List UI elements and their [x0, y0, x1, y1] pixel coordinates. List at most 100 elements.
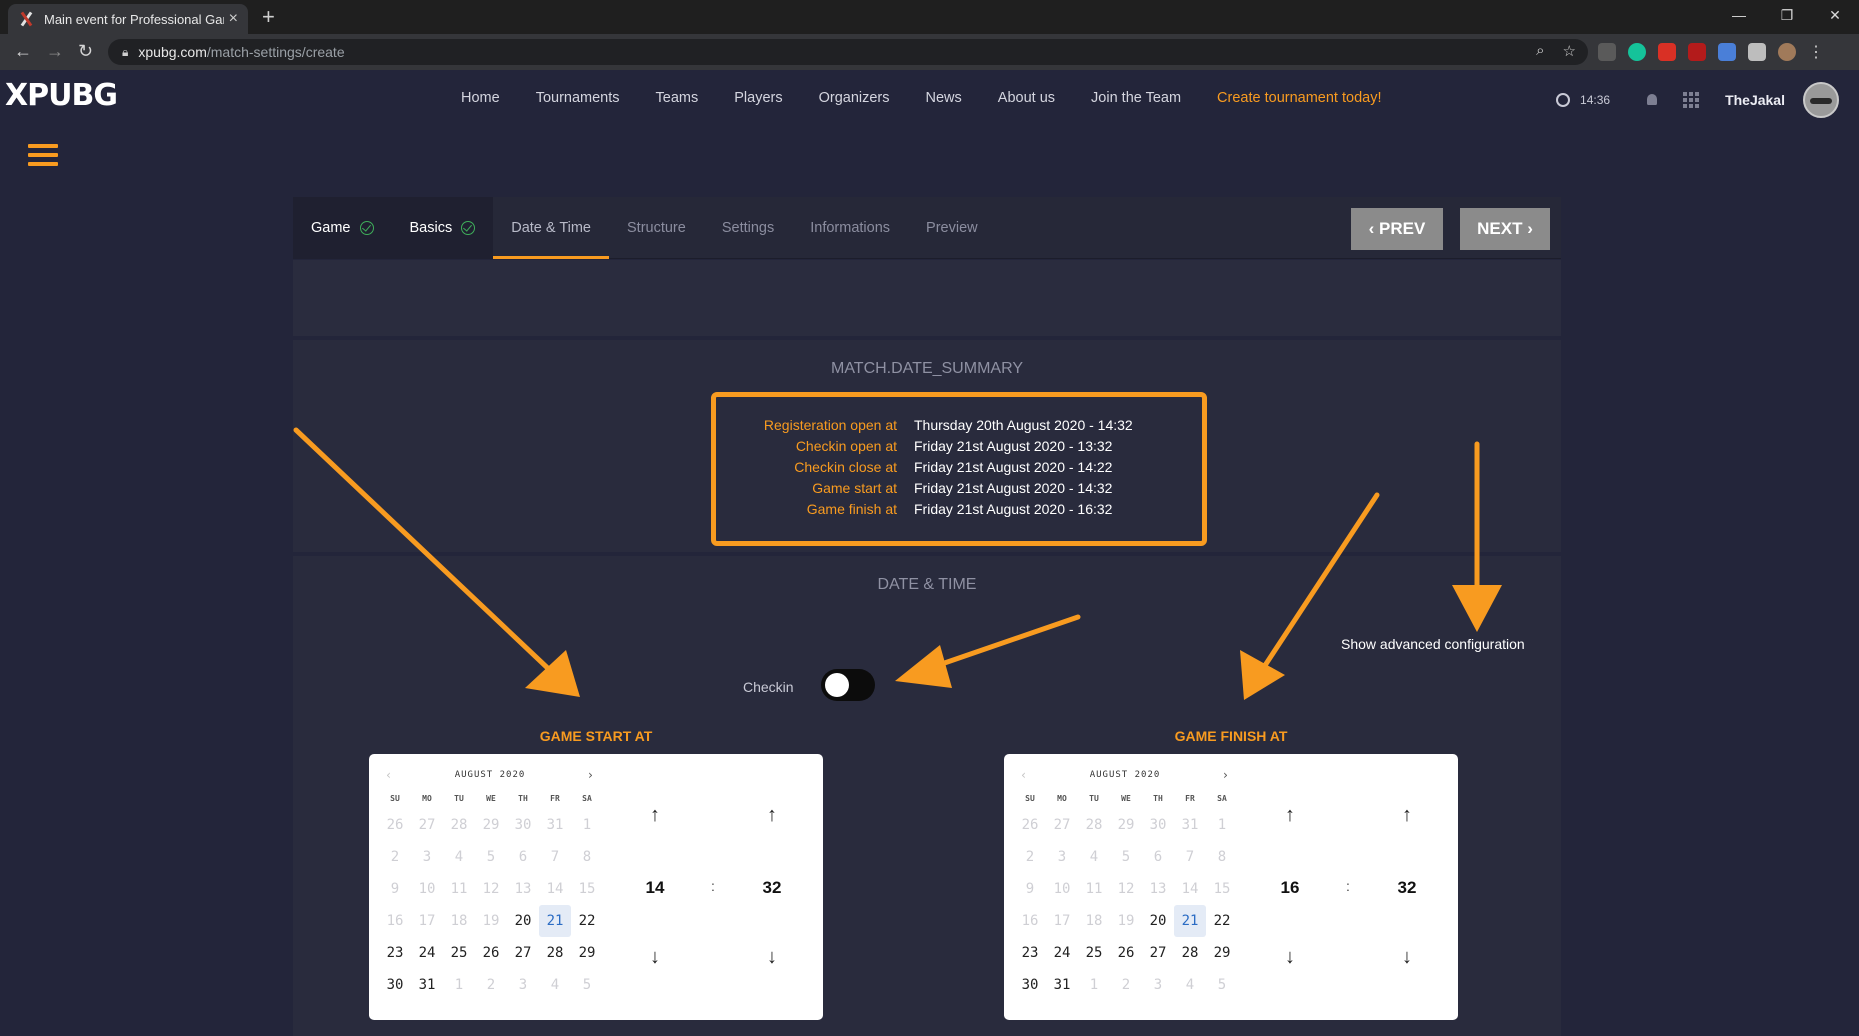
step-informations[interactable]: Informations	[792, 197, 908, 259]
calendar-day[interactable]: 27	[1142, 937, 1174, 969]
prev-button[interactable]: ‹ PREV	[1351, 208, 1443, 250]
calendar-day[interactable]: 10	[1046, 873, 1078, 905]
zoom-icon[interactable]: ⌕	[1536, 42, 1544, 60]
calendar-day[interactable]: 29	[1110, 809, 1142, 841]
calendar-day[interactable]: 30	[1014, 969, 1046, 1001]
calendar-day[interactable]: 3	[1046, 841, 1078, 873]
minute-up-icon[interactable]: ↑	[1377, 804, 1437, 827]
tab-close-icon[interactable]: ×	[229, 10, 238, 28]
calendar-day[interactable]: 3	[1142, 969, 1174, 1001]
extension-icon[interactable]	[1598, 43, 1616, 61]
calendar-day[interactable]: 4	[1078, 841, 1110, 873]
calendar-day[interactable]: 19	[1110, 905, 1142, 937]
nav-join-the-team[interactable]: Join the Team	[1091, 90, 1181, 106]
nav-organizers[interactable]: Organizers	[819, 90, 890, 106]
back-icon[interactable]: ←	[14, 41, 32, 62]
new-tab-icon[interactable]: +	[262, 4, 275, 30]
calendar-day[interactable]: 22	[571, 905, 603, 937]
minute-value[interactable]: 32	[1377, 878, 1437, 898]
profile-icon[interactable]	[1778, 43, 1796, 61]
calendar-day[interactable]: 29	[475, 809, 507, 841]
calendar-day[interactable]: 6	[507, 841, 539, 873]
calendar-day[interactable]: 31	[539, 809, 571, 841]
calendar-day[interactable]: 18	[443, 905, 475, 937]
calendar-day[interactable]: 30	[507, 809, 539, 841]
calendar-day[interactable]: 10	[411, 873, 443, 905]
calendar-day[interactable]: 26	[1110, 937, 1142, 969]
window-close-icon[interactable]: ✕	[1811, 0, 1859, 30]
calendar-day[interactable]: 6	[1142, 841, 1174, 873]
minute-value[interactable]: 32	[742, 878, 802, 898]
calendar-day[interactable]: 27	[1046, 809, 1078, 841]
restore-icon[interactable]: ❐	[1763, 0, 1811, 30]
nav-about-us[interactable]: About us	[998, 90, 1055, 106]
step-structure[interactable]: Structure	[609, 197, 704, 259]
extension-person-icon[interactable]	[1718, 43, 1736, 61]
minimize-icon[interactable]: —	[1715, 0, 1763, 30]
calendar-day-selected[interactable]: 21	[539, 905, 571, 937]
extension-badge-icon[interactable]	[1658, 43, 1676, 61]
calendar-day[interactable]: 22	[1206, 905, 1238, 937]
advanced-config-link[interactable]: Show advanced configuration	[1341, 636, 1525, 652]
calendar-day[interactable]: 4	[1174, 969, 1206, 1001]
hour-down-icon[interactable]: ↓	[625, 946, 685, 969]
calendar-day[interactable]: 1	[571, 809, 603, 841]
nav-create-tournament[interactable]: Create tournament today!	[1217, 90, 1381, 106]
hour-up-icon[interactable]: ↑	[625, 804, 685, 827]
calendar-day[interactable]: 2	[1110, 969, 1142, 1001]
calendar-day[interactable]: 3	[507, 969, 539, 1001]
nav-players[interactable]: Players	[734, 90, 782, 106]
next-month-icon[interactable]: ›	[587, 768, 595, 782]
calendar-day[interactable]: 2	[1014, 841, 1046, 873]
hamburger-menu-icon[interactable]	[28, 144, 58, 171]
calendar-day[interactable]: 14	[1174, 873, 1206, 905]
calendar-day[interactable]: 9	[1014, 873, 1046, 905]
calendar-day[interactable]: 4	[539, 969, 571, 1001]
pdf-icon[interactable]	[1688, 43, 1706, 61]
bookmark-star-icon[interactable]: ☆	[1563, 42, 1576, 60]
calendar-day[interactable]: 13	[1142, 873, 1174, 905]
calendar-day[interactable]: 1	[1078, 969, 1110, 1001]
calendar-day[interactable]: 29	[1206, 937, 1238, 969]
hour-value[interactable]: 14	[625, 878, 685, 898]
minute-down-icon[interactable]: ↓	[742, 946, 802, 969]
site-logo[interactable]: XPUBG	[5, 78, 118, 113]
calendar-day[interactable]: 13	[507, 873, 539, 905]
calendar-day[interactable]: 4	[443, 841, 475, 873]
calendar-day[interactable]: 30	[1142, 809, 1174, 841]
calendar-day[interactable]: 30	[379, 969, 411, 1001]
bell-icon[interactable]	[1645, 93, 1659, 107]
calendar-day[interactable]: 25	[443, 937, 475, 969]
calendar-day[interactable]: 9	[379, 873, 411, 905]
calendar-day[interactable]: 31	[1046, 969, 1078, 1001]
calendar-day[interactable]: 12	[1110, 873, 1142, 905]
calendar-day[interactable]: 16	[379, 905, 411, 937]
minute-down-icon[interactable]: ↓	[1377, 946, 1437, 969]
forward-icon[interactable]: →	[46, 41, 64, 62]
calendar-day[interactable]: 7	[539, 841, 571, 873]
calendar-day[interactable]: 5	[1110, 841, 1142, 873]
calendar-day[interactable]: 20	[1142, 905, 1174, 937]
next-month-icon[interactable]: ›	[1222, 768, 1230, 782]
calendar-day[interactable]: 17	[1046, 905, 1078, 937]
calendar-day[interactable]: 3	[411, 841, 443, 873]
calendar-day[interactable]: 26	[1014, 809, 1046, 841]
nav-news[interactable]: News	[926, 90, 962, 106]
calendar-day[interactable]: 16	[1014, 905, 1046, 937]
calendar-day[interactable]: 19	[475, 905, 507, 937]
prev-month-icon[interactable]: ‹	[1020, 768, 1028, 782]
calendar-day[interactable]: 2	[475, 969, 507, 1001]
puzzle-icon[interactable]	[1748, 43, 1766, 61]
step-settings[interactable]: Settings	[704, 197, 792, 259]
calendar-day[interactable]: 31	[1174, 809, 1206, 841]
calendar-day[interactable]: 28	[539, 937, 571, 969]
minute-up-icon[interactable]: ↑	[742, 804, 802, 827]
calendar-day[interactable]: 15	[571, 873, 603, 905]
hour-up-icon[interactable]: ↑	[1260, 804, 1320, 827]
calendar-day[interactable]: 2	[379, 841, 411, 873]
nav-home[interactable]: Home	[461, 90, 500, 106]
calendar-day[interactable]: 5	[1206, 969, 1238, 1001]
apps-grid-icon[interactable]	[1683, 92, 1700, 108]
calendar-day[interactable]: 28	[443, 809, 475, 841]
calendar-day[interactable]: 23	[1014, 937, 1046, 969]
